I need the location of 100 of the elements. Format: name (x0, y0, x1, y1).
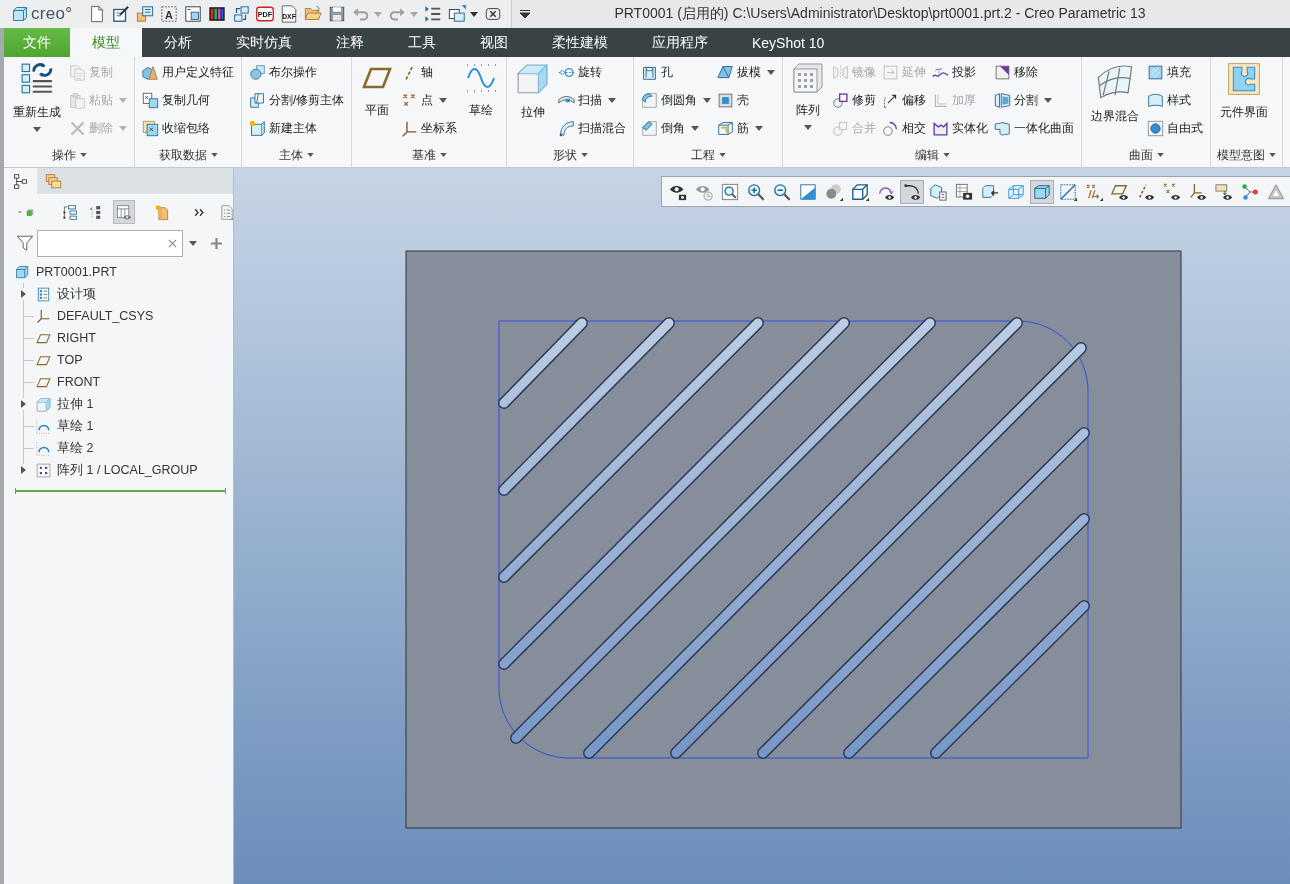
axes-icon (36, 308, 51, 324)
group-menu-button[interactable]: 获取数据 (141, 143, 235, 167)
ribbon-button[interactable]: 移除 (993, 58, 1076, 86)
tree-item[interactable]: TOP (4, 349, 233, 371)
filter-icon[interactable] (16, 234, 34, 252)
edit-window-icon[interactable] (112, 5, 131, 23)
caret-icon (942, 153, 950, 157)
wireframe-cube-icon (1007, 182, 1025, 201)
open-folder-icon[interactable] (304, 5, 323, 23)
chamfered-edge-icon (641, 119, 659, 137)
tree-item[interactable]: PRT0001.PRT (4, 261, 233, 283)
ribbon-button[interactable]: 收缩包络 (141, 114, 235, 142)
ribbon-button[interactable]: 新建主体 (248, 114, 346, 142)
tree-item[interactable]: FRONT (4, 371, 233, 393)
ribbon-tab[interactable]: 工具 (386, 28, 458, 57)
ribbon-button[interactable]: 用户定义特征 (141, 58, 235, 86)
caret-icon[interactable] (520, 10, 530, 18)
ribbon-button[interactable]: 复制几何 (141, 86, 235, 114)
group-menu-button[interactable]: 基准 (358, 143, 501, 167)
surface-icon (1147, 91, 1165, 109)
ribbon-button[interactable]: 拔模 (716, 58, 777, 86)
documents-icon[interactable] (136, 5, 155, 23)
stacked-squares-icon (142, 119, 159, 137)
ribbon-button[interactable]: 一体化曲面 (993, 114, 1076, 142)
ribbon-button[interactable]: 扫描混合 (557, 114, 628, 142)
group-menu-button[interactable]: 主体 (248, 143, 346, 167)
ribbon-button[interactable]: 倒角 (640, 114, 713, 142)
ribbon-button[interactable]: 阵列 (789, 58, 828, 130)
caret-icon[interactable] (470, 11, 479, 17)
color-bars-icon[interactable] (208, 5, 227, 23)
group-menu-button[interactable]: 工程 (640, 143, 777, 167)
ribbon-button[interactable]: 分割/修剪主体 (248, 86, 346, 114)
ribbon-tab[interactable]: 视图 (458, 28, 530, 57)
panel-tab[interactable] (4, 168, 37, 194)
ribbon-button[interactable]: 实体化 (931, 114, 990, 142)
pdf-icon[interactable]: PDF (256, 5, 275, 23)
group-menu-button[interactable]: 操作 (10, 143, 128, 167)
ribbon-button[interactable]: 壳 (716, 86, 777, 114)
windows-icon[interactable] (448, 5, 467, 23)
ribbon-button[interactable]: 自由式 (1146, 114, 1205, 142)
cubes-arrows-icon (20, 62, 54, 96)
ribbon-button[interactable]: 修剪 (831, 86, 878, 114)
ribbon-button[interactable]: 填充 (1146, 58, 1205, 86)
ribbon-tab[interactable]: 柔性建模 (530, 28, 630, 57)
insert-marker[interactable] (15, 488, 226, 494)
group-menu-button[interactable]: 形状 (513, 143, 628, 167)
ribbon-button[interactable]: 轴 (400, 58, 459, 86)
cube-arrows-icon[interactable] (232, 5, 251, 23)
ribbon-button[interactable]: 草绘 (462, 58, 501, 118)
tree-item[interactable]: RIGHT (4, 327, 233, 349)
group-menu-button[interactable]: 模型意图 (1217, 143, 1277, 167)
ribbon-button[interactable]: 孔 (640, 58, 713, 86)
close-window-icon[interactable] (484, 5, 503, 23)
group-menu-button[interactable]: 曲面 (1088, 143, 1205, 167)
ribbon-tab[interactable]: KeyShot 10 (730, 28, 847, 57)
plus-icon[interactable] (211, 237, 222, 249)
ribbon-button[interactable]: 筋 (716, 114, 777, 142)
slanted-face-icon (717, 63, 735, 81)
plane-eye-icon (1111, 182, 1129, 201)
documents-icon (69, 63, 86, 81)
ribbon-button[interactable]: 分割 (993, 86, 1076, 114)
ribbon-button[interactable]: 扫描 (557, 86, 628, 114)
tag-eye-icon (1215, 182, 1233, 201)
ribbon-button[interactable]: 拉伸 (513, 58, 554, 120)
ribbon-button[interactable]: 布尔操作 (248, 58, 346, 86)
letter-frame-icon[interactable]: A (160, 5, 179, 23)
group-menu-button[interactable]: 编辑 (789, 143, 1076, 167)
ribbon-tab[interactable]: 实时仿真 (214, 28, 314, 57)
save-icon[interactable] (328, 5, 347, 23)
sphere-cube-icon (249, 63, 266, 81)
ribbon-button[interactable]: 元件界面 (1217, 58, 1272, 120)
tree-item[interactable]: 拉伸 1 (4, 393, 233, 415)
ribbon-tab[interactable]: 分析 (142, 28, 214, 57)
ribbon-button[interactable]: 平面 (358, 58, 397, 118)
ribbon-button[interactable]: 投影 (931, 58, 990, 86)
ribbon-button[interactable]: 坐标系 (400, 114, 459, 142)
ribbon-tab[interactable]: 应用程序 (630, 28, 730, 57)
ribbon-button[interactable]: 旋转 (557, 58, 628, 86)
view-toolbar-button[interactable] (900, 179, 924, 204)
ribbon-button[interactable]: 相交 (881, 114, 928, 142)
clear-icon[interactable] (168, 238, 177, 248)
cube-icon (12, 6, 28, 22)
ribbon-button[interactable]: 样式 (1146, 86, 1205, 114)
ribbon-tab[interactable]: 注释 (314, 28, 386, 57)
tree-item[interactable]: 阵列 1 / LOCAL_GROUP (4, 459, 233, 481)
list-arrows-icon[interactable] (424, 5, 443, 23)
ribbon-button[interactable]: 边界混合 (1088, 58, 1143, 124)
ribbon-button[interactable]: 点 (400, 86, 459, 114)
tree-item[interactable]: 草绘 1 (4, 415, 233, 437)
caret-icon[interactable] (189, 240, 197, 246)
tree-item[interactable]: 草绘 2 (4, 437, 233, 459)
tree-item[interactable]: 设计项 (4, 283, 233, 305)
filter-field[interactable] (37, 229, 183, 257)
tree-item[interactable]: DEFAULT_CSYS (4, 305, 233, 327)
tree-structure-icon (62, 203, 78, 221)
window-icon[interactable] (184, 5, 203, 23)
ribbon-button[interactable]: 倒圆角 (640, 86, 713, 114)
layers-icon (45, 172, 62, 190)
ribbon-button[interactable]: 重新生成 (10, 58, 64, 132)
ribbon-tab[interactable]: 模型 (70, 28, 142, 57)
